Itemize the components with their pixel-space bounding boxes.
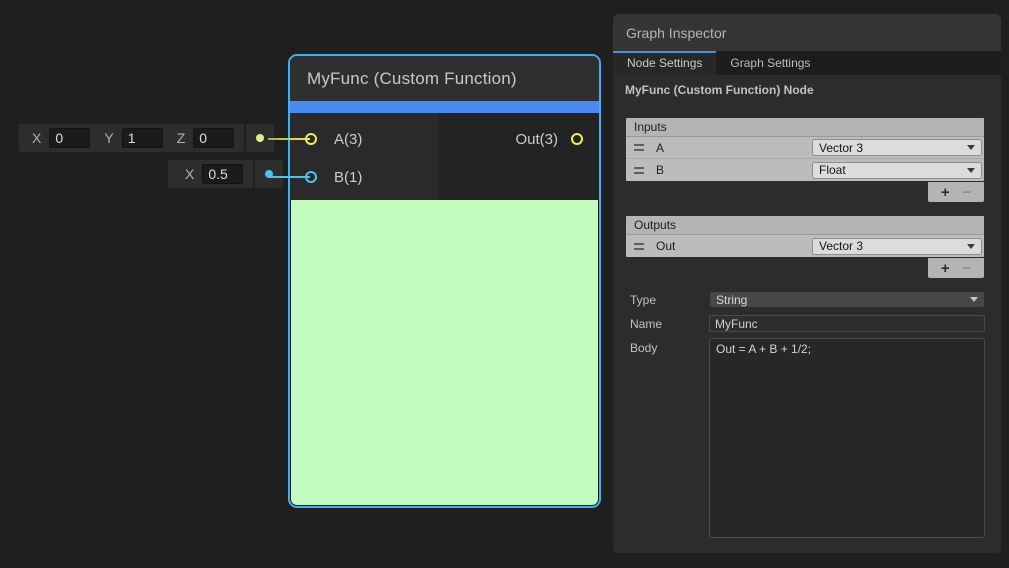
input-port-a[interactable]: A(3) [290, 120, 438, 158]
outputs-section-title: Outputs [626, 216, 984, 235]
field-label-x: X [185, 166, 194, 182]
input-row-b[interactable]: B Float [626, 159, 984, 181]
tab-graph-settings[interactable]: Graph Settings [716, 51, 824, 75]
type-field-row: Type String [630, 291, 985, 308]
inspector-title: Graph Inspector [626, 25, 726, 41]
inputs-section-title: Inputs [626, 118, 984, 137]
drag-handle-icon[interactable] [634, 144, 644, 151]
function-body-textarea[interactable]: Out = A + B + 1/2; [709, 338, 985, 538]
input-type-dropdown[interactable]: Float [812, 162, 982, 179]
remove-output-button[interactable]: − [962, 261, 971, 276]
add-output-button[interactable]: + [941, 261, 950, 276]
drag-handle-icon[interactable] [634, 167, 644, 174]
float-fields: X [168, 160, 253, 188]
remove-input-button[interactable]: − [962, 185, 971, 200]
inspector-titlebar[interactable]: Graph Inspector [613, 14, 1001, 51]
port-label: Out(3) [515, 131, 558, 148]
port-label: B(1) [334, 169, 362, 186]
input-name: B [656, 163, 812, 177]
node-ports: A(3) B(1) Out(3) [290, 113, 599, 200]
field-label-y: Y [104, 130, 113, 146]
output-port-out[interactable]: Out(3) [438, 120, 599, 158]
node-header[interactable]: MyFunc (Custom Function) [290, 56, 599, 101]
inputs-list-controls: + − [927, 182, 985, 203]
tab-label: Node Settings [627, 56, 702, 70]
vector3-fields: X Y Z [19, 124, 244, 152]
field-label-x: X [32, 130, 41, 146]
input-type-dropdown[interactable]: Vector 3 [812, 139, 982, 156]
custom-function-node[interactable]: MyFunc (Custom Function) A(3) B(1) Out(3… [288, 54, 601, 508]
function-name-input[interactable] [709, 315, 985, 332]
input-ports: A(3) B(1) [290, 113, 438, 200]
port-input-widget-float: X [168, 160, 283, 188]
dropdown-value: String [716, 293, 970, 307]
vector3-z-input[interactable] [193, 128, 234, 148]
add-input-button[interactable]: + [941, 185, 950, 200]
tab-node-settings[interactable]: Node Settings [613, 51, 716, 75]
edge-wire-float[interactable] [268, 176, 310, 178]
body-field-row: Body Out = A + B + 1/2; [630, 338, 985, 538]
port-connector-dot-icon [256, 134, 264, 142]
field-label-z: Z [177, 130, 186, 146]
inputs-section: Inputs A Vector 3 B Float [625, 117, 985, 182]
port-connector-chip[interactable] [255, 160, 283, 188]
output-ports: Out(3) [438, 113, 599, 200]
inspector-tabbar: Node Settings Graph Settings [613, 51, 1001, 75]
input-name: A [656, 141, 812, 155]
dropdown-value: Float [819, 163, 967, 177]
edge-wire-vector3[interactable] [268, 138, 310, 140]
name-label: Name [630, 317, 709, 331]
chevron-down-icon [970, 297, 978, 302]
float-x-input[interactable] [202, 164, 243, 184]
body-label: Body [630, 338, 709, 355]
vector3-y-input[interactable] [122, 128, 163, 148]
outputs-list-controls: + − [927, 258, 985, 279]
type-dropdown[interactable]: String [709, 291, 985, 308]
port-ring-icon[interactable] [571, 133, 583, 145]
node-settings-heading: MyFunc (Custom Function) Node [625, 83, 814, 97]
tab-label: Graph Settings [730, 56, 810, 70]
dropdown-value: Vector 3 [819, 239, 967, 253]
name-field-row: Name [630, 315, 985, 332]
chevron-down-icon [967, 244, 975, 249]
node-preview [291, 200, 598, 505]
outputs-section: Outputs Out Vector 3 [625, 215, 985, 258]
node-title: MyFunc (Custom Function) [307, 69, 517, 89]
shader-graph-canvas[interactable]: X Y Z X MyFunc (Custom Function) [0, 0, 1009, 568]
port-input-widget-vector3: X Y Z [19, 124, 274, 152]
input-row-a[interactable]: A Vector 3 [626, 137, 984, 159]
port-label: A(3) [334, 131, 362, 148]
output-row-out[interactable]: Out Vector 3 [626, 235, 984, 257]
chevron-down-icon [967, 168, 975, 173]
output-type-dropdown[interactable]: Vector 3 [812, 238, 982, 255]
drag-handle-icon[interactable] [634, 243, 644, 250]
dropdown-value: Vector 3 [819, 141, 967, 155]
vector3-x-input[interactable] [49, 128, 90, 148]
output-name: Out [656, 239, 812, 253]
type-label: Type [630, 293, 709, 307]
chevron-down-icon [967, 145, 975, 150]
graph-inspector-panel: Graph Inspector Node Settings Graph Sett… [613, 14, 1001, 553]
input-port-b[interactable]: B(1) [290, 158, 438, 196]
node-color-bar [290, 101, 599, 113]
